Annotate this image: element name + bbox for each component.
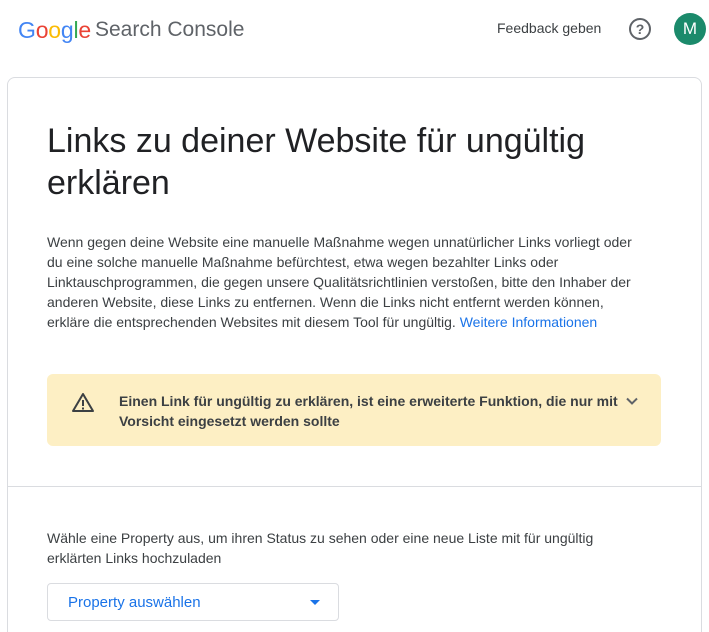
page-description: Wenn gegen deine Website eine manuelle M…: [47, 232, 637, 332]
google-letter: g: [60, 16, 74, 43]
property-prompt: Wähle eine Property aus, um ihren Status…: [47, 530, 594, 566]
warning-icon: [72, 393, 94, 412]
google-letter: o: [48, 16, 61, 43]
feedback-button[interactable]: Feedback geben: [497, 20, 601, 36]
help-icon[interactable]: ?: [629, 18, 651, 40]
page-title: Links zu deiner Website für ungültig erk…: [47, 122, 586, 202]
more-info-link[interactable]: Weitere Informationen: [460, 314, 597, 330]
search-console-logo[interactable]: Google Search Console: [18, 16, 244, 44]
section-divider: [8, 486, 701, 487]
google-letter: o: [35, 16, 49, 43]
top-app-bar: Google Search Console Feedback geben ? M: [0, 0, 709, 60]
dropdown-arrow-icon: [310, 600, 320, 605]
warning-text: Einen Link für ungültig zu erklären, ist…: [119, 393, 618, 429]
property-select-label: Property auswählen: [68, 594, 201, 611]
google-letter: G: [18, 16, 36, 43]
property-select[interactable]: Property auswählen: [47, 583, 339, 621]
chevron-down-icon[interactable]: [623, 392, 641, 410]
product-name: Search Console: [95, 18, 245, 41]
google-wordmark: Google: [18, 17, 91, 44]
account-avatar[interactable]: M: [674, 13, 706, 45]
advanced-feature-warning[interactable]: Einen Link für ungültig zu erklären, ist…: [47, 374, 661, 446]
google-letter: e: [78, 16, 91, 43]
